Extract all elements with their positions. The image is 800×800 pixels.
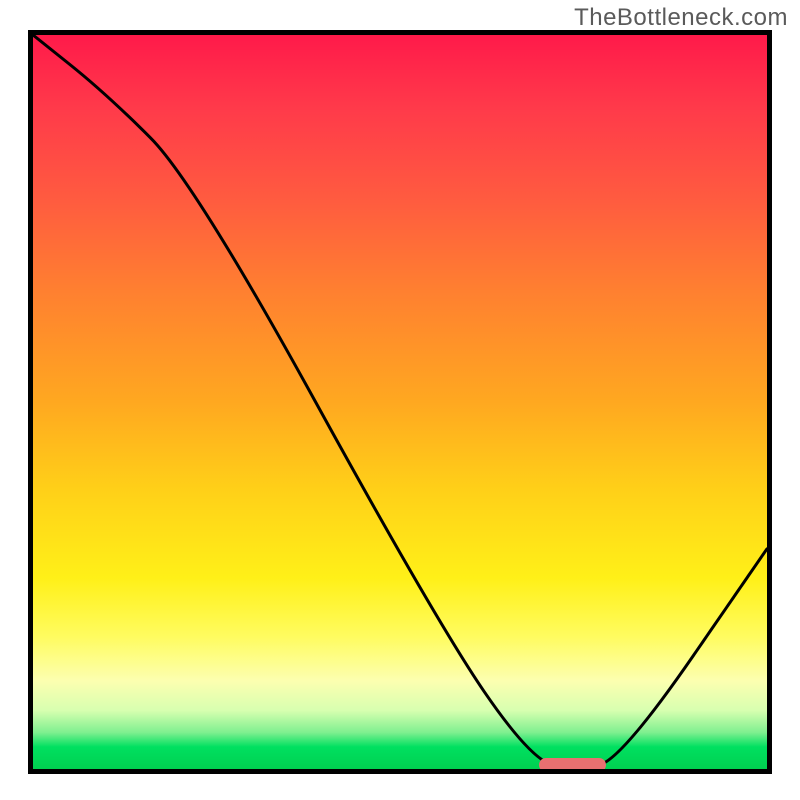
optimal-range-marker — [539, 758, 605, 772]
chart-curve-svg — [33, 35, 767, 769]
watermark-text: TheBottleneck.com — [574, 4, 788, 32]
bottleneck-curve-path — [33, 35, 767, 767]
chart-frame — [28, 30, 772, 774]
